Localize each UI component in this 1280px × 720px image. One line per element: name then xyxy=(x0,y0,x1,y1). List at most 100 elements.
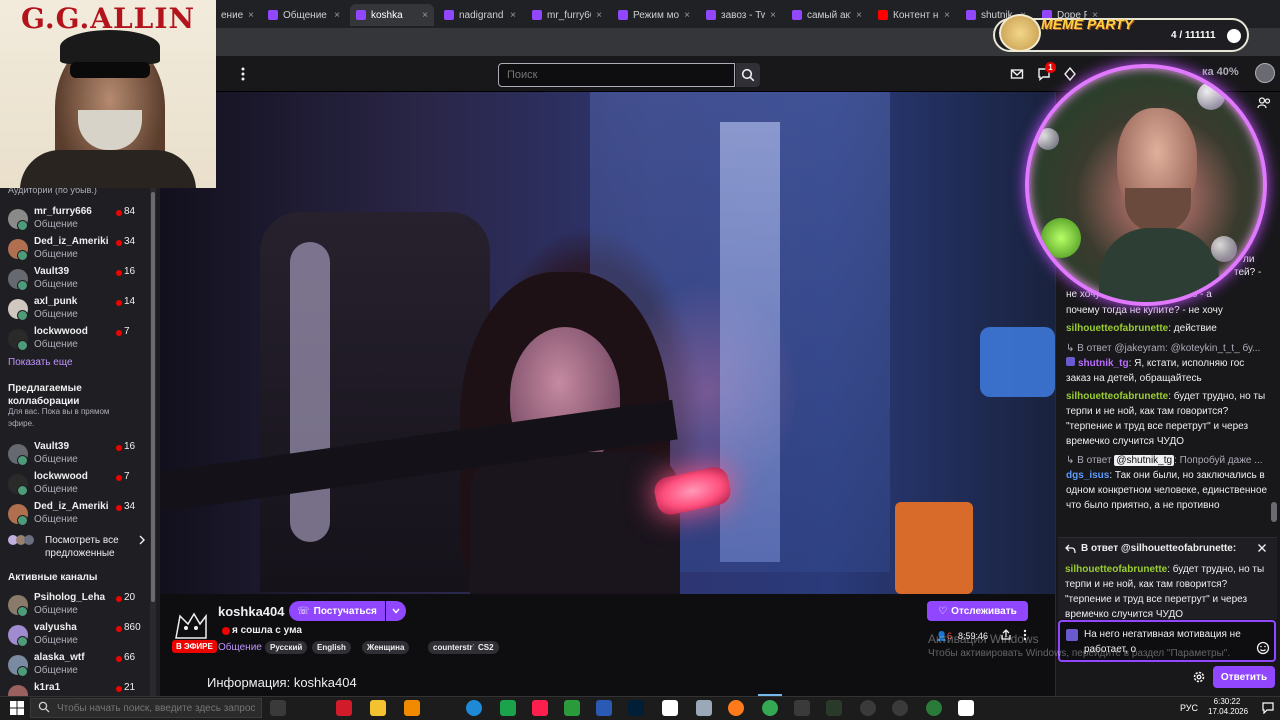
channel-row[interactable]: lockwwood Общение 7 xyxy=(8,470,153,500)
channel-row[interactable]: valyusha Общение 860 xyxy=(8,621,153,651)
more-options-icon[interactable] xyxy=(238,66,248,82)
firefox-icon[interactable] xyxy=(728,700,744,716)
close-tab-icon[interactable]: × xyxy=(856,10,862,21)
search-button[interactable] xyxy=(736,63,760,87)
edge-icon[interactable] xyxy=(466,700,482,716)
search-input[interactable] xyxy=(498,63,735,87)
channel-row[interactable]: Vault39 Общение 16 xyxy=(8,265,153,295)
knock-button[interactable]: ☏ Постучаться xyxy=(289,601,385,621)
channel-row[interactable]: lockwwood Общение 7 xyxy=(8,325,153,355)
chat-users-icon[interactable] xyxy=(1257,96,1271,110)
browser-tab[interactable]: nadigrand × xyxy=(438,4,522,26)
chat-username[interactable]: shutnik_tg xyxy=(1078,358,1129,369)
chat-settings-gear-icon[interactable] xyxy=(1192,670,1206,684)
reply-quote: silhouetteofabrunette: будет трудно, но … xyxy=(1065,562,1265,622)
file-explorer-icon[interactable] xyxy=(370,700,386,716)
chat-username[interactable]: silhouetteofabrunette xyxy=(1066,391,1168,402)
close-tab-icon[interactable]: × xyxy=(770,10,776,21)
viewer-count: 66 xyxy=(124,652,136,663)
clock[interactable]: 6:30:22 17.04.2026 xyxy=(1208,697,1248,717)
chrome-icon[interactable] xyxy=(762,700,778,716)
close-reply-icon[interactable] xyxy=(1257,543,1267,553)
stream-tag[interactable]: CS2 xyxy=(473,641,499,654)
stream-tag[interactable]: English xyxy=(312,641,351,654)
twitch-studio-icon[interactable] xyxy=(826,700,842,716)
channel-row[interactable]: Psiholog_Leha Общение 20 xyxy=(8,591,153,621)
browser-tab[interactable]: mr_furry66 × xyxy=(526,4,608,26)
user-avatar[interactable] xyxy=(1255,63,1275,83)
close-tab-icon[interactable]: × xyxy=(510,10,516,21)
channel-row[interactable]: Ded_iz_Ameriki Общение 34 xyxy=(8,235,153,265)
reply-send-button[interactable]: Ответить xyxy=(1213,666,1275,688)
close-tab-icon[interactable]: × xyxy=(684,10,690,21)
bittorrent-icon[interactable] xyxy=(500,700,516,716)
tab-label: Общение xyxy=(283,9,327,21)
close-tab-icon[interactable]: × xyxy=(944,10,950,21)
chat-message: почему тогда не купите? - не хочу xyxy=(1066,303,1271,318)
channel-avatar[interactable] xyxy=(172,610,210,642)
see-all-collabs[interactable]: Посмотреть все предложенные xyxy=(8,533,153,561)
close-tab-icon[interactable]: × xyxy=(596,10,602,21)
browser-tab[interactable]: Режим мо × xyxy=(612,4,696,26)
obs-icon[interactable] xyxy=(794,700,810,716)
yandex-browser-icon[interactable] xyxy=(662,700,678,716)
channel-row[interactable]: mr_furry666 Общение 84 xyxy=(8,205,153,235)
prime-offer-label[interactable]: ка 40% xyxy=(1202,66,1239,78)
chat-username[interactable]: dgs_isus xyxy=(1066,470,1109,481)
show-more-link[interactable]: Показать еще xyxy=(8,357,73,368)
channel-row[interactable]: alaska_wtf Общение 66 xyxy=(8,651,153,681)
browser-tab[interactable]: Контент н × xyxy=(872,4,956,26)
channel-row[interactable]: Ded_iz_Ameriki Общение 34 xyxy=(8,500,153,530)
channel-row[interactable]: axl_punk Общение 14 xyxy=(8,295,153,325)
opera-gx-icon[interactable] xyxy=(532,700,548,716)
close-tab-icon[interactable]: × xyxy=(334,10,340,21)
chat-message-text: почему тогда не купите? - не хочу xyxy=(1066,305,1223,316)
browser-tab[interactable]: Общение × xyxy=(262,4,346,26)
stream-tag[interactable]: Русский xyxy=(265,641,308,654)
channel-row[interactable]: Vault39 Общение 16 xyxy=(8,440,153,470)
language-indicator[interactable]: РУС xyxy=(1180,703,1198,713)
channel-name[interactable]: koshka404 xyxy=(218,604,285,619)
chat-message: shutnik_tg: Я, кстати, исполняю гос зака… xyxy=(1066,356,1271,386)
winamp-icon[interactable] xyxy=(564,700,580,716)
video-player[interactable] xyxy=(160,92,1055,594)
chat-scroll-thumb[interactable] xyxy=(1271,502,1277,522)
photoshop-icon[interactable] xyxy=(628,700,644,716)
mention[interactable]: @shutnik_tg xyxy=(1114,455,1175,466)
browser-tab[interactable]: koshka × xyxy=(350,4,434,26)
channel-row[interactable]: k1ra1 21 xyxy=(8,681,153,696)
stream-tag[interactable]: Женщина xyxy=(362,641,410,654)
notification-center-icon[interactable] xyxy=(1262,702,1274,714)
crown-icon[interactable] xyxy=(1063,67,1077,81)
channel-category: Общение xyxy=(34,665,78,676)
channel-name: Ded_iz_Ameriki xyxy=(34,501,109,512)
knock-dropdown[interactable] xyxy=(386,601,406,621)
stream-category[interactable]: Общение xyxy=(218,642,262,653)
viewer-count: 16 xyxy=(124,266,136,277)
opera-icon[interactable] xyxy=(336,700,352,716)
word-icon[interactable] xyxy=(596,700,612,716)
viewer-count: 14 xyxy=(124,296,136,307)
chat-username[interactable]: silhouetteofabrunette xyxy=(1066,323,1168,334)
taskbar-search-input[interactable] xyxy=(30,698,262,718)
reply-text: В ответ @jakeyram: @koteykin_t_t_ бу... xyxy=(1077,343,1261,354)
emoji-picker-icon[interactable] xyxy=(1256,641,1270,655)
viewer-count: 16 xyxy=(124,441,136,452)
inbox-icon[interactable] xyxy=(1010,67,1024,81)
search-icon xyxy=(741,68,755,82)
reply-preview: В ответ @silhouetteofabrunette: silhouet… xyxy=(1058,537,1277,622)
notepad-icon[interactable] xyxy=(696,700,712,716)
task-view-icon[interactable] xyxy=(270,700,286,716)
capcut-icon[interactable] xyxy=(958,700,974,716)
follow-button[interactable]: ♡ Отслеживать xyxy=(927,601,1028,621)
browser-tab[interactable]: самый акт × xyxy=(786,4,868,26)
close-tab-icon[interactable]: × xyxy=(248,10,254,21)
chrome-dev-icon[interactable] xyxy=(860,700,876,716)
windows-start-icon[interactable] xyxy=(10,701,24,715)
chrome-canary-icon[interactable] xyxy=(926,700,942,716)
close-tab-icon[interactable]: × xyxy=(422,10,428,21)
vlc-icon[interactable] xyxy=(404,700,420,716)
chrome-beta-icon[interactable] xyxy=(892,700,908,716)
bubble xyxy=(1037,128,1059,150)
browser-tab[interactable]: завоз - Tw × xyxy=(700,4,782,26)
